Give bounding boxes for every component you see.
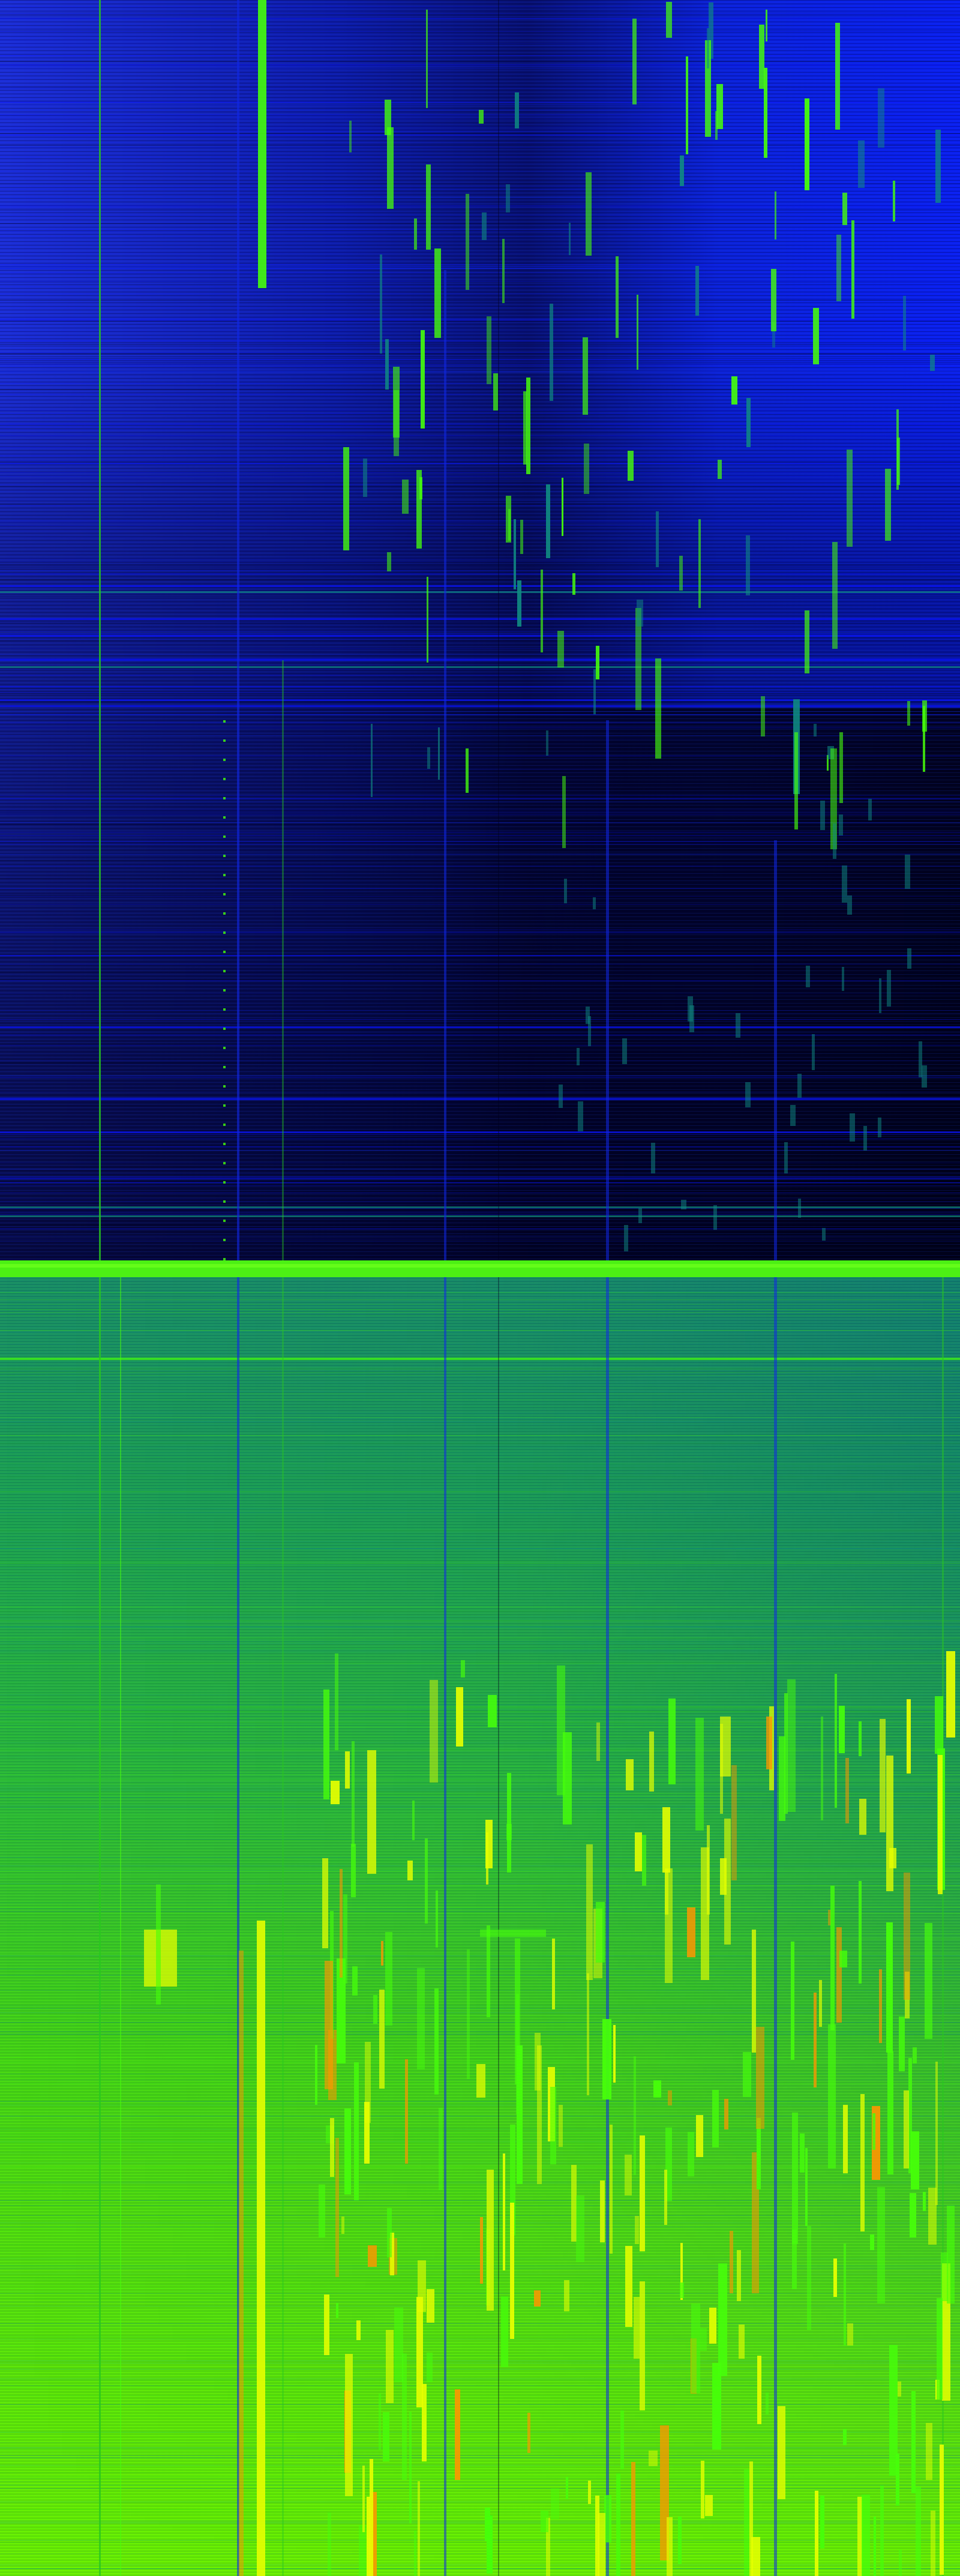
- spectrogram-waterfall: [0, 0, 960, 2576]
- spectrogram-image: [0, 0, 960, 2576]
- boundary-band: [0, 1260, 960, 1277]
